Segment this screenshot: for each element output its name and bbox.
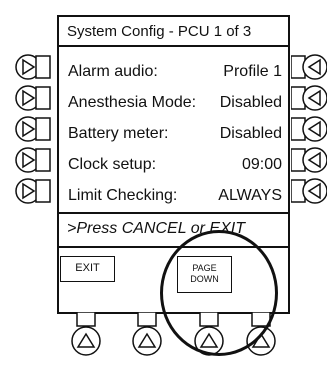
- row-limit-checking: Limit Checking: ALWAYS: [59, 179, 288, 213]
- row-label: Alarm audio:: [68, 63, 158, 80]
- row-label: Limit Checking:: [68, 187, 178, 204]
- row-value: ALWAYS: [218, 187, 282, 204]
- row-value: Disabled: [219, 94, 282, 111]
- row-alarm-audio: Alarm audio: Profile 1: [59, 55, 288, 89]
- row-battery-meter: Battery meter: Disabled: [59, 117, 288, 151]
- screen-title: System Config - PCU 1 of 3: [59, 17, 288, 47]
- row-clock-setup: Clock setup: 09:00: [59, 148, 288, 182]
- row-label: Anesthesia Mode:: [68, 94, 197, 111]
- left-select-button-3[interactable]: [15, 116, 51, 142]
- row-value: Disabled: [219, 125, 282, 142]
- right-select-button-5[interactable]: [291, 178, 327, 204]
- left-select-button-5[interactable]: [15, 178, 51, 204]
- softkey-button-2[interactable]: [132, 312, 162, 356]
- row-label: Battery meter:: [68, 125, 169, 142]
- exit-softkey[interactable]: EXIT: [60, 256, 115, 282]
- right-select-button-2[interactable]: [291, 85, 327, 111]
- left-select-button-2[interactable]: [15, 85, 51, 111]
- right-select-button-1[interactable]: [291, 54, 327, 80]
- softkey-button-1[interactable]: [71, 312, 101, 356]
- left-select-buttons: [15, 54, 51, 204]
- left-select-button-4[interactable]: [15, 147, 51, 173]
- row-label: Clock setup:: [68, 156, 157, 173]
- right-select-buttons: [291, 54, 327, 204]
- row-anesthesia-mode: Anesthesia Mode: Disabled: [59, 86, 288, 120]
- row-value: 09:00: [241, 156, 282, 173]
- row-value: Profile 1: [223, 63, 282, 80]
- highlight-circle: [160, 230, 278, 356]
- right-select-button-3[interactable]: [291, 116, 327, 142]
- left-select-button-1[interactable]: [15, 54, 51, 80]
- right-select-button-4[interactable]: [291, 147, 327, 173]
